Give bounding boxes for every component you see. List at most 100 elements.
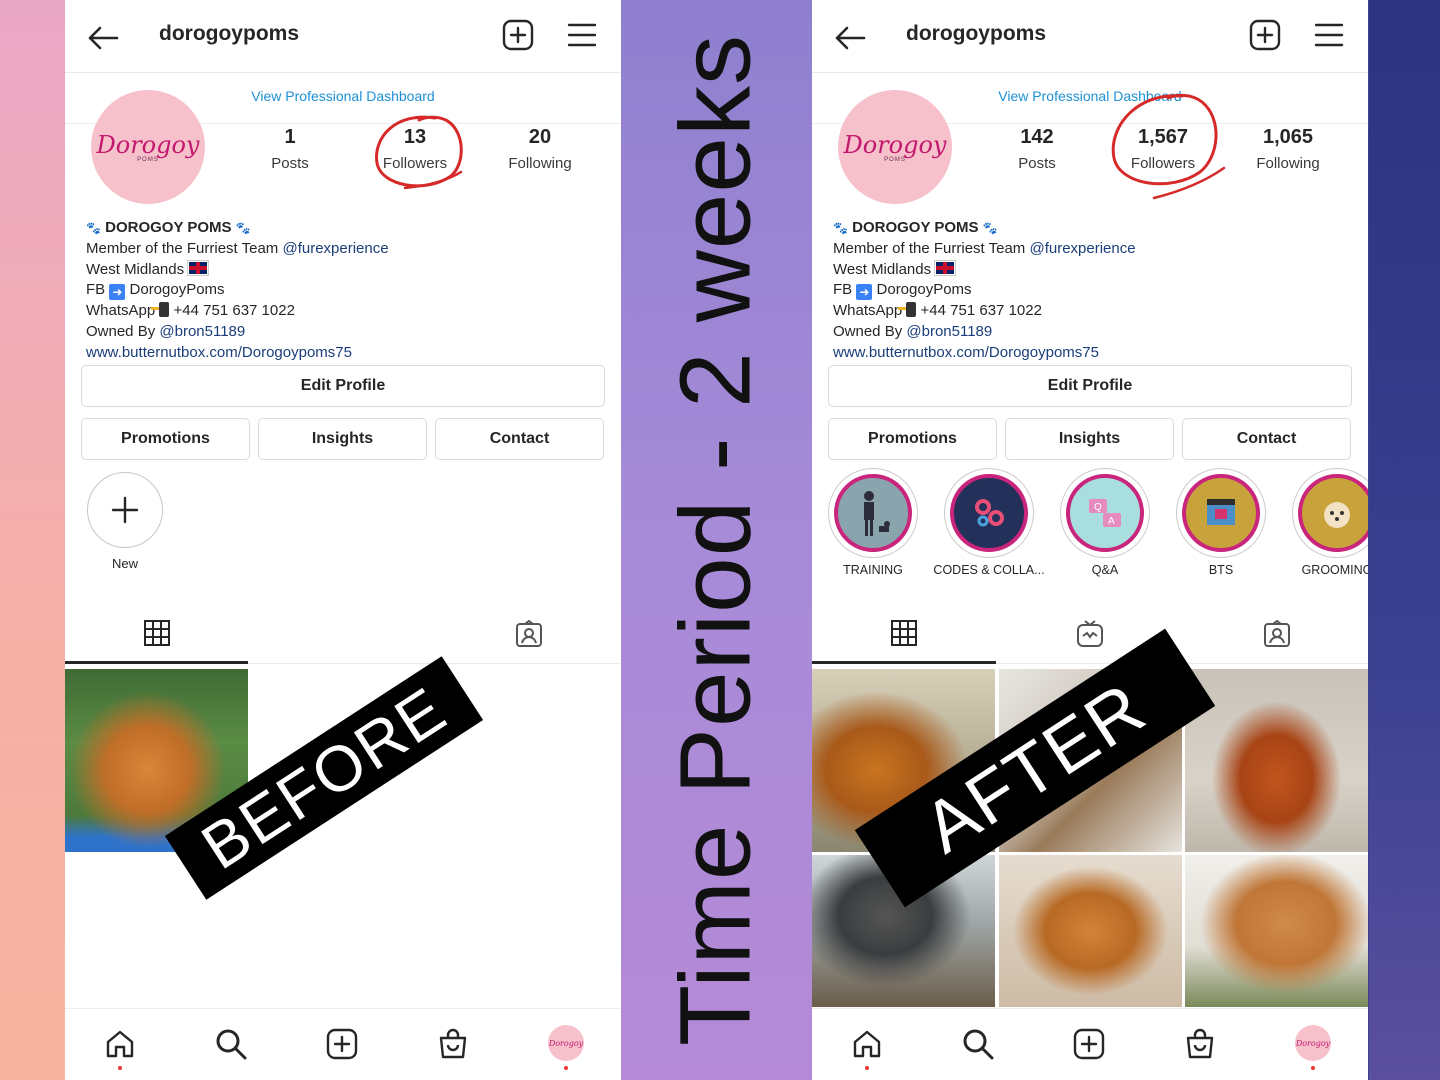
following-label: Following bbox=[508, 155, 572, 172]
uk-flag-icon bbox=[935, 260, 956, 275]
shop-icon[interactable] bbox=[436, 1027, 470, 1061]
edit-profile-button[interactable]: Edit Profile bbox=[81, 365, 605, 407]
profile-username: dorogoypoms bbox=[906, 22, 1046, 45]
contact-button[interactable]: Contact bbox=[435, 418, 604, 460]
back-arrow-icon[interactable] bbox=[832, 20, 868, 56]
stat-posts[interactable]: 1 Posts bbox=[235, 126, 345, 172]
mention-link[interactable]: @furexperience bbox=[282, 240, 388, 257]
profile-bio: 🐾 DOROGOY POMS 🐾 Member of the Furriest … bbox=[86, 218, 606, 364]
background-right bbox=[1369, 0, 1440, 1080]
profile-avatar-icon[interactable]: Dorogoy bbox=[548, 1025, 584, 1061]
following-label: Following bbox=[1256, 155, 1320, 172]
mobile-phone-icon bbox=[151, 302, 170, 318]
followers-count: 1,567 bbox=[1137, 126, 1189, 148]
bio-fb-prefix: FB bbox=[833, 281, 853, 299]
reels-icon[interactable] bbox=[1075, 619, 1105, 649]
add-post-icon[interactable] bbox=[1072, 1027, 1106, 1061]
highlight-label: CODES & COLLA... bbox=[933, 563, 1045, 577]
pomeranian-icon bbox=[1324, 502, 1350, 528]
avatar-logo-text: Dorogoy bbox=[96, 131, 200, 159]
highlight-cover bbox=[1182, 474, 1260, 552]
avatar[interactable]: Dorogoy POMS bbox=[838, 90, 952, 204]
tagged-icon[interactable] bbox=[1262, 619, 1292, 649]
notification-dot bbox=[1311, 1066, 1315, 1070]
bio-fb-name: DorogoyPoms bbox=[129, 281, 225, 299]
edit-profile-button[interactable]: Edit Profile bbox=[828, 365, 1352, 407]
stat-following[interactable]: 20 Following bbox=[485, 126, 595, 172]
followers-label: Followers bbox=[1130, 155, 1196, 172]
mention-link[interactable]: @bron51189 bbox=[159, 323, 245, 340]
bio-whatsapp-prefix: WhatsApp bbox=[86, 302, 156, 320]
bio-name: DOROGOY POMS bbox=[852, 219, 979, 236]
posts-label: Posts bbox=[1018, 155, 1056, 172]
search-icon[interactable] bbox=[961, 1027, 995, 1061]
promotions-button[interactable]: Promotions bbox=[828, 418, 997, 460]
highlight-label: GROOMING bbox=[1301, 563, 1368, 577]
followers-count: 13 bbox=[403, 126, 427, 148]
add-post-icon[interactable] bbox=[325, 1027, 359, 1061]
website-link[interactable]: www.butternutbox.com/Dorogoypoms75 bbox=[86, 343, 606, 364]
stat-followers[interactable]: 13 Followers bbox=[360, 126, 470, 172]
contact-button[interactable]: Contact bbox=[1182, 418, 1351, 460]
highlight-bts[interactable] bbox=[1176, 468, 1266, 558]
profile-avatar-icon[interactable]: Dorogoy bbox=[1295, 1025, 1331, 1061]
bottom-nav: Dorogoy bbox=[812, 1008, 1368, 1080]
stat-followers[interactable]: 1,567 Followers bbox=[1108, 126, 1218, 172]
promotions-button[interactable]: Promotions bbox=[81, 418, 250, 460]
avatar[interactable]: Dorogoy POMS bbox=[91, 90, 205, 204]
grid-icon[interactable] bbox=[890, 619, 918, 647]
bio-fb-name: DorogoyPoms bbox=[876, 281, 972, 299]
posts-label: Posts bbox=[271, 155, 309, 172]
home-icon[interactable] bbox=[103, 1027, 137, 1061]
clapperboard-icon bbox=[1207, 499, 1235, 525]
top-bar: dorogoypoms bbox=[812, 0, 1368, 73]
insights-button[interactable]: Insights bbox=[258, 418, 427, 460]
highlight-cover bbox=[950, 474, 1028, 552]
stat-following[interactable]: 1,065 Following bbox=[1233, 126, 1343, 172]
svg-text:A: A bbox=[1108, 516, 1115, 527]
menu-icon[interactable] bbox=[565, 18, 599, 52]
posts-count: 1 bbox=[284, 126, 296, 148]
notification-dot bbox=[564, 1066, 568, 1070]
avatar-logo-text: Dorogoy bbox=[843, 131, 947, 159]
highlight-grooming[interactable] bbox=[1292, 468, 1368, 558]
notification-dot bbox=[865, 1066, 869, 1070]
highlight-label: TRAINING bbox=[843, 563, 903, 577]
highlight-cover: QA bbox=[1066, 474, 1144, 552]
uk-flag-icon bbox=[188, 260, 209, 275]
search-icon[interactable] bbox=[214, 1027, 248, 1061]
post-thumbnail[interactable] bbox=[999, 855, 1182, 1007]
add-post-icon[interactable] bbox=[1248, 18, 1282, 52]
stat-posts[interactable]: 142 Posts bbox=[982, 126, 1092, 172]
paw-icon: 🐾 bbox=[235, 221, 251, 235]
mention-link[interactable]: @furexperience bbox=[1029, 240, 1135, 257]
post-thumbnail[interactable] bbox=[1185, 855, 1368, 1007]
back-arrow-icon[interactable] bbox=[85, 20, 121, 56]
shop-icon[interactable] bbox=[1183, 1027, 1217, 1061]
website-link[interactable]: www.butternutbox.com/Dorogoypoms75 bbox=[833, 343, 1353, 364]
arrow-right-icon: ➜ bbox=[856, 284, 873, 301]
arrow-right-icon: ➜ bbox=[109, 284, 126, 301]
new-highlight-button[interactable] bbox=[87, 472, 163, 548]
highlight-training[interactable] bbox=[828, 468, 918, 558]
tagged-icon[interactable] bbox=[514, 619, 544, 649]
bio-line-location: West Midlands bbox=[833, 260, 932, 278]
menu-icon[interactable] bbox=[1312, 18, 1346, 52]
add-post-icon[interactable] bbox=[501, 18, 535, 52]
mention-link[interactable]: @bron51189 bbox=[906, 323, 992, 340]
insights-button[interactable]: Insights bbox=[1005, 418, 1174, 460]
mobile-phone-icon bbox=[898, 302, 917, 318]
top-bar: dorogoypoms bbox=[65, 0, 621, 73]
post-thumbnail[interactable] bbox=[1185, 669, 1368, 852]
paw-icon: 🐾 bbox=[86, 221, 101, 235]
highlight-codes[interactable] bbox=[944, 468, 1034, 558]
home-icon[interactable] bbox=[850, 1027, 884, 1061]
gears-icon bbox=[975, 499, 1004, 527]
grid-icon[interactable] bbox=[143, 619, 171, 647]
plus-icon bbox=[111, 496, 139, 524]
highlight-qa[interactable]: QA bbox=[1060, 468, 1150, 558]
time-period-caption: Time Period - 2 weeks bbox=[659, 33, 772, 1047]
paw-icon: 🐾 bbox=[982, 221, 998, 235]
highlight-label: BTS bbox=[1208, 563, 1234, 577]
highlight-cover bbox=[834, 474, 912, 552]
